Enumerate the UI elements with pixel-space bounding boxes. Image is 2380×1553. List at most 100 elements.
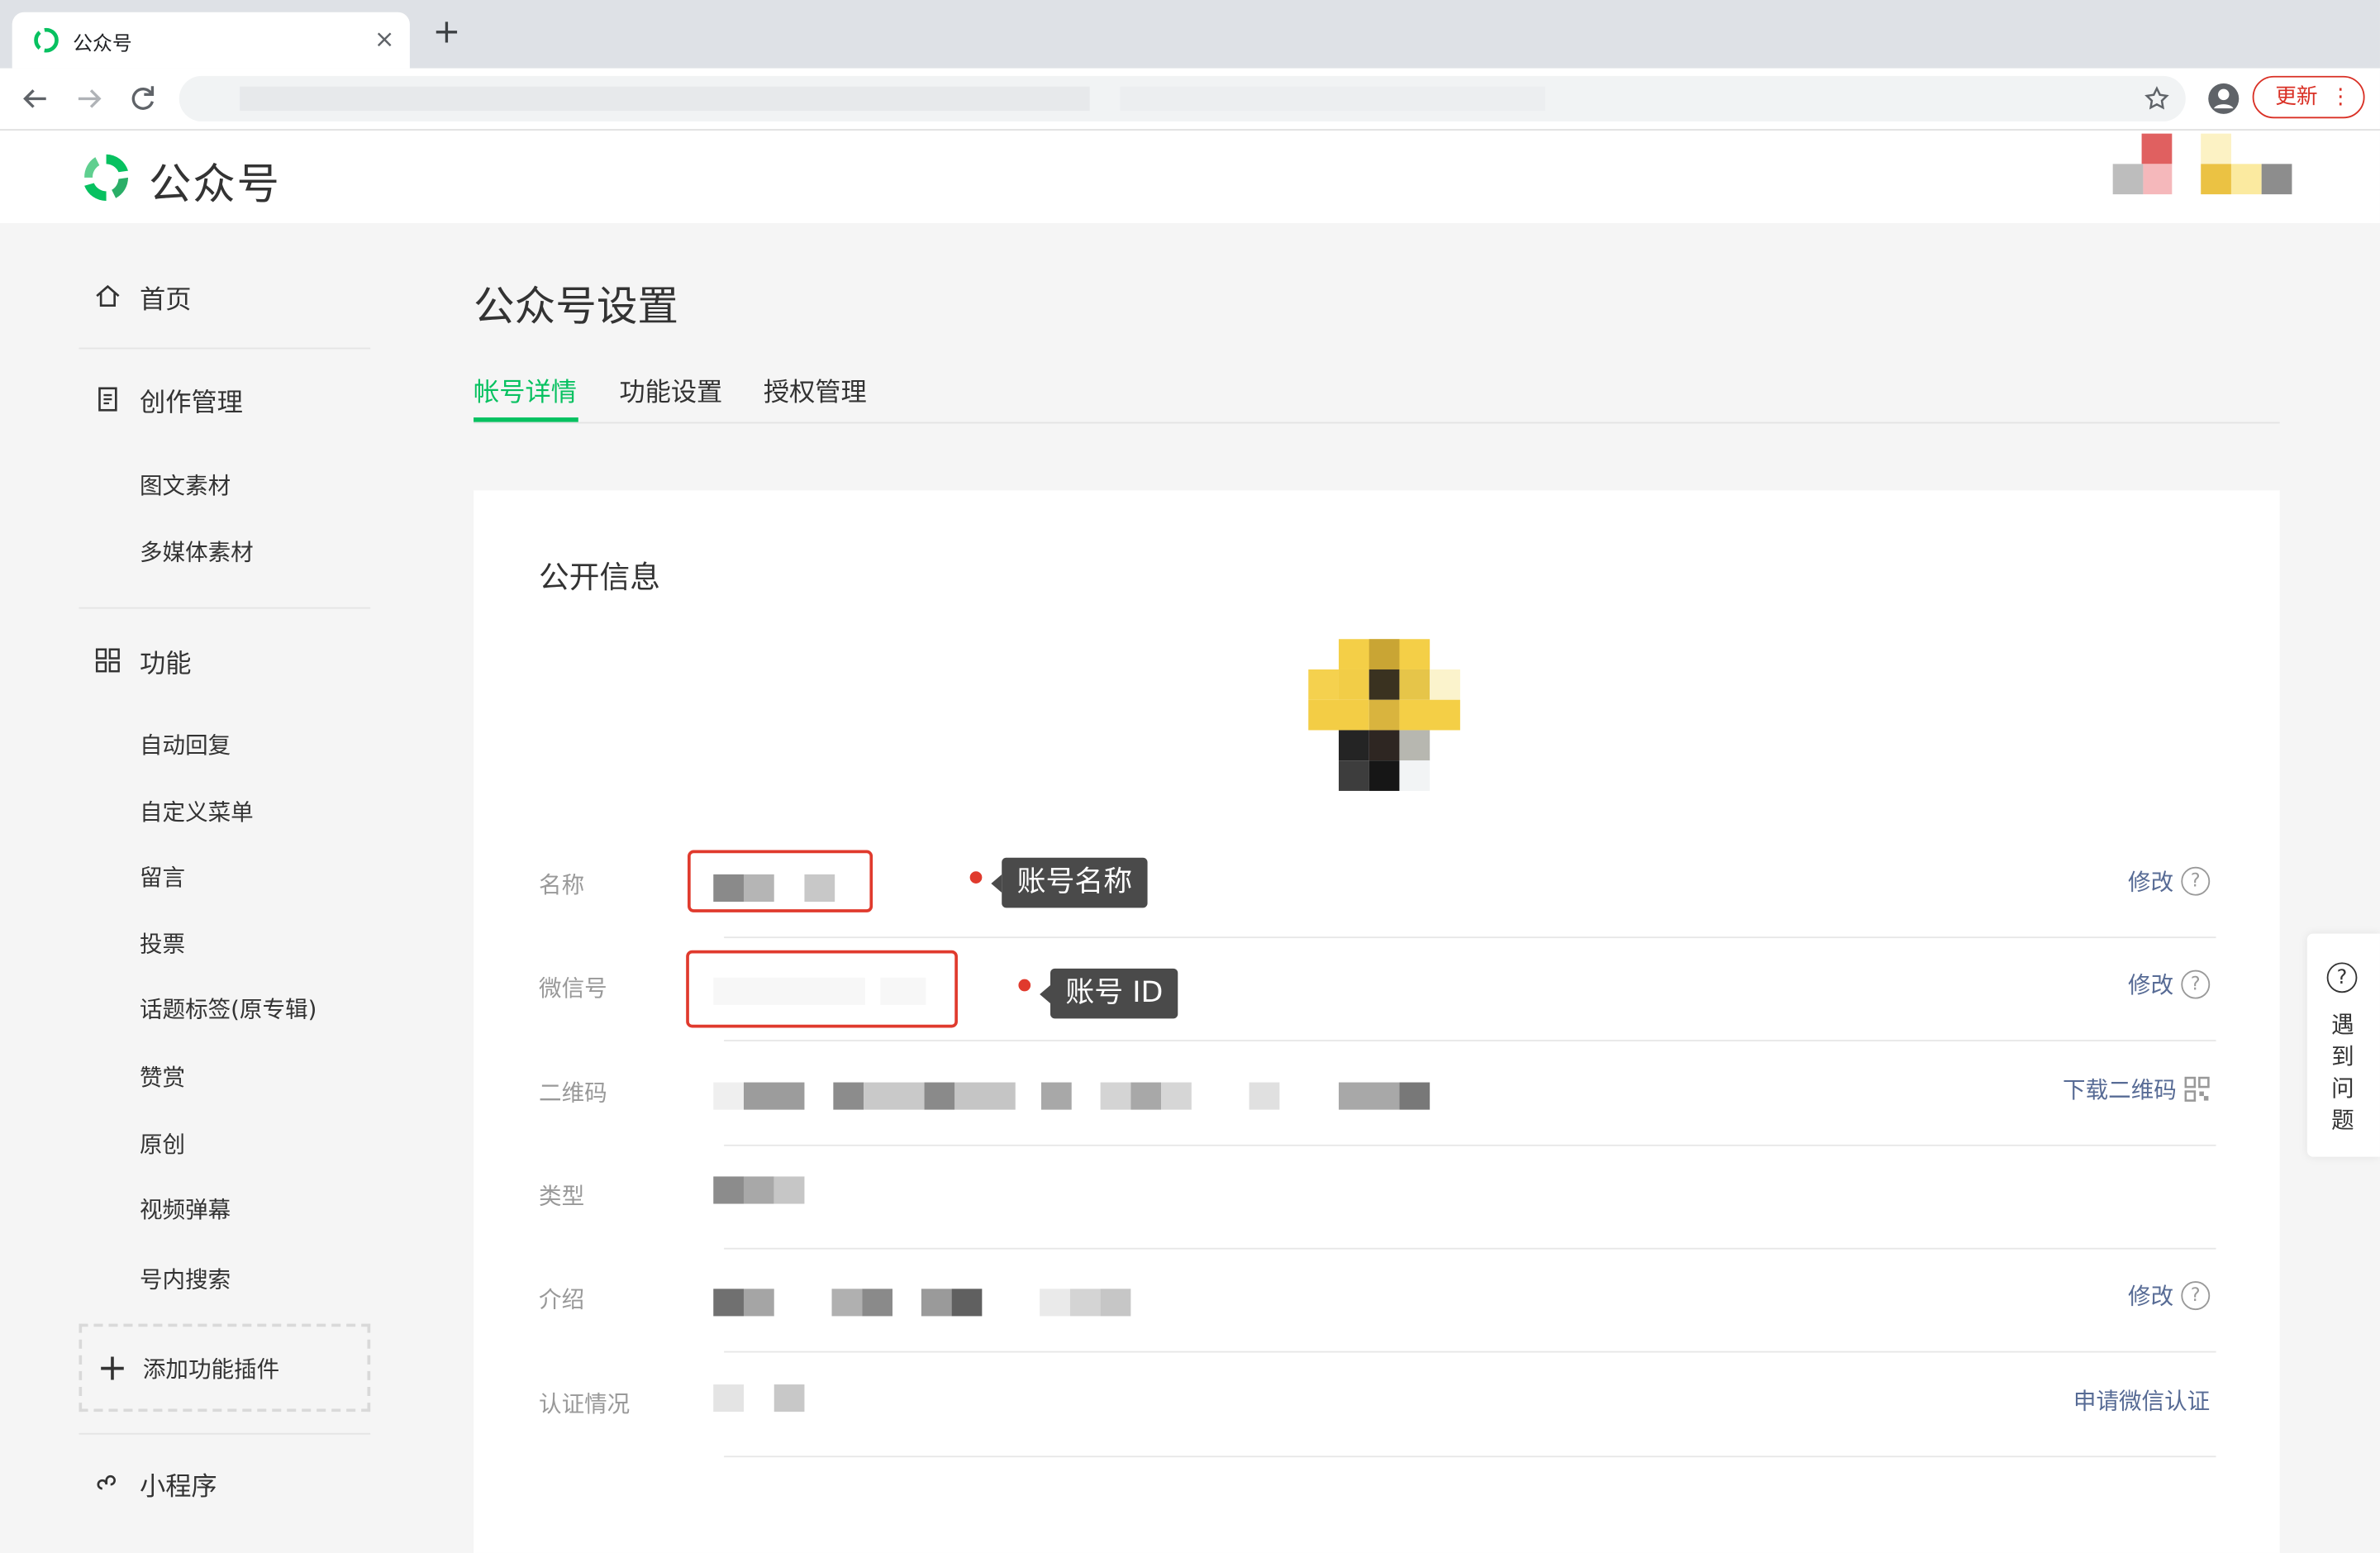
sidebar-divider [79,607,371,609]
browser-toolbar: 更新 ⋮ [0,68,2380,131]
sidebar-item-home[interactable]: 首页 [94,278,192,316]
download-qrcode-label: 下载二维码 [2063,1076,2177,1104]
tab-feature-settings[interactable]: 功能设置 [619,370,722,408]
blurred-intro-value [713,1289,1131,1317]
close-tab-icon[interactable]: × [374,24,395,53]
forward-arrow-icon[interactable] [73,82,106,115]
sidebar-item-comments[interactable]: 留言 [140,860,185,893]
account-avatar-large[interactable] [1308,639,1460,791]
update-button[interactable]: 更新 ⋮ [2252,75,2365,119]
wechat-mp-logo-icon [84,154,129,201]
edit-name-label: 修改 [2128,868,2174,896]
sidebar-item-video-danmaku[interactable]: 视频弹幕 [140,1193,231,1226]
sidebar-home-label: 首页 [139,284,192,316]
sidebar-item-search[interactable]: 号内搜索 [140,1263,231,1295]
edit-wechat-id-button[interactable]: 修改 ? [2128,969,2211,1001]
edit-intro-label: 修改 [2128,1283,2174,1311]
sidebar-item-mini-program[interactable]: 小程序 [94,1465,217,1503]
annotation-box-wechat-id [686,950,958,1028]
section-title: 公开信息 [539,558,660,595]
sidebar-divider [79,347,371,350]
sidebar-item-topic-tags[interactable]: 话题标签(原专辑) [140,993,317,1025]
annotation-dot [969,871,983,884]
sidebar-item-media[interactable]: 多媒体素材 [140,536,254,568]
document-icon [98,387,117,412]
page-title: 公众号设置 [474,283,679,331]
sidebar-item-image-text[interactable]: 图文素材 [140,469,231,502]
app-header: 公众号 [0,130,2380,223]
edit-wechat-id-label: 修改 [2128,971,2174,999]
back-arrow-icon[interactable] [18,82,51,115]
annotation-box-name [688,850,873,912]
sidebar-item-custom-menu[interactable]: 自定义菜单 [140,795,254,827]
tab-authorization[interactable]: 授权管理 [764,370,867,408]
sidebar: 首页 创作管理 图文素材 多媒体素材 功能 自动回复 自定义菜单 留言 投票 话… [0,223,425,1502]
sidebar-item-features[interactable]: 功能 [94,642,192,679]
info-row-qrcode: 二维码 下载二维码 [539,1043,2216,1146]
home-icon [96,284,120,307]
add-plugin-label: 添加功能插件 [142,1355,280,1383]
account-avatar[interactable] [2112,133,2292,198]
address-bar[interactable] [178,75,2186,121]
annotation-dot [1018,979,1031,992]
annotation-tooltip-id: 账号 ID [1040,968,1178,1019]
sidebar-creation-label: 创作管理 [139,388,243,419]
bookmark-star-icon[interactable] [2143,85,2170,112]
help-icon[interactable]: ? [2181,969,2211,999]
apply-verification-label: 申请微信认证 [2073,1387,2211,1415]
qrcode-icon [2184,1076,2210,1102]
sidebar-item-original[interactable]: 原创 [140,1128,185,1160]
help-icon[interactable]: ? [2181,1281,2211,1311]
settings-tabs: 帐号详情 功能设置 授权管理 [474,367,2280,424]
info-row-intro: 介绍 修改 ? [539,1250,2216,1353]
browser-tab-bar: 公众号 × + [0,0,2380,69]
info-row-verification: 认证情况 申请微信认证 [539,1354,2216,1458]
active-tab-indicator [474,417,578,422]
sidebar-divider [79,1432,371,1435]
help-icon[interactable]: ? [2181,866,2211,896]
plus-icon: + [97,1346,128,1389]
grid-icon [95,648,120,673]
blurred-url [1120,86,1545,112]
row-divider [724,1351,2216,1353]
sidebar-item-auto-reply[interactable]: 自动回复 [140,729,231,761]
blurred-qrcode-value [713,1082,1430,1110]
sidebar-mini-program-label: 小程序 [139,1471,217,1503]
row-divider [724,1455,2216,1458]
update-label: 更新 [2275,84,2318,110]
download-qrcode-button[interactable]: 下载二维码 [2063,1074,2210,1106]
apply-verification-link[interactable]: 申请微信认证 [2073,1384,2210,1417]
sidebar-item-creation[interactable]: 创作管理 [94,381,243,419]
blurred-url [240,86,1090,112]
blurred-verification-value [713,1384,805,1412]
edit-intro-button[interactable]: 修改 ? [2128,1279,2211,1312]
sidebar-features-label: 功能 [139,649,192,679]
browser-tab[interactable]: 公众号 × [12,12,410,69]
name-label: 名称 [539,871,585,899]
type-label: 类型 [539,1182,585,1210]
wechat-id-label: 微信号 [539,974,607,1003]
intro-label: 介绍 [539,1285,585,1313]
floating-help-button[interactable]: ? 遇到问题 [2306,933,2380,1157]
profile-avatar-icon[interactable] [2207,82,2240,115]
brand-title: 公众号 [148,159,281,210]
annotation-tooltip-name: 账号名称 [991,857,1148,908]
question-icon: ? [2326,962,2358,993]
mini-program-icon [97,1474,116,1490]
info-row-type: 类型 [539,1146,2216,1250]
wechat-mp-favicon-icon [34,27,59,53]
edit-name-button[interactable]: 修改 ? [2128,865,2211,898]
sidebar-item-vote[interactable]: 投票 [140,927,185,960]
more-menu-icon: ⋮ [2330,84,2351,110]
verification-label: 认证情况 [539,1390,631,1418]
blurred-type-value [713,1176,805,1204]
qrcode-label: 二维码 [539,1079,607,1107]
add-plugin-button[interactable]: + 添加功能插件 [79,1323,371,1412]
tab-account-details[interactable]: 帐号详情 [474,370,577,408]
reload-icon[interactable] [126,82,159,115]
row-divider [724,1040,2216,1041]
new-tab-icon[interactable]: + [432,16,460,49]
floating-help-label: 遇到问题 [2331,1011,2354,1135]
browser-tab-title: 公众号 [73,33,132,56]
sidebar-item-reward[interactable]: 赞赏 [140,1061,185,1093]
